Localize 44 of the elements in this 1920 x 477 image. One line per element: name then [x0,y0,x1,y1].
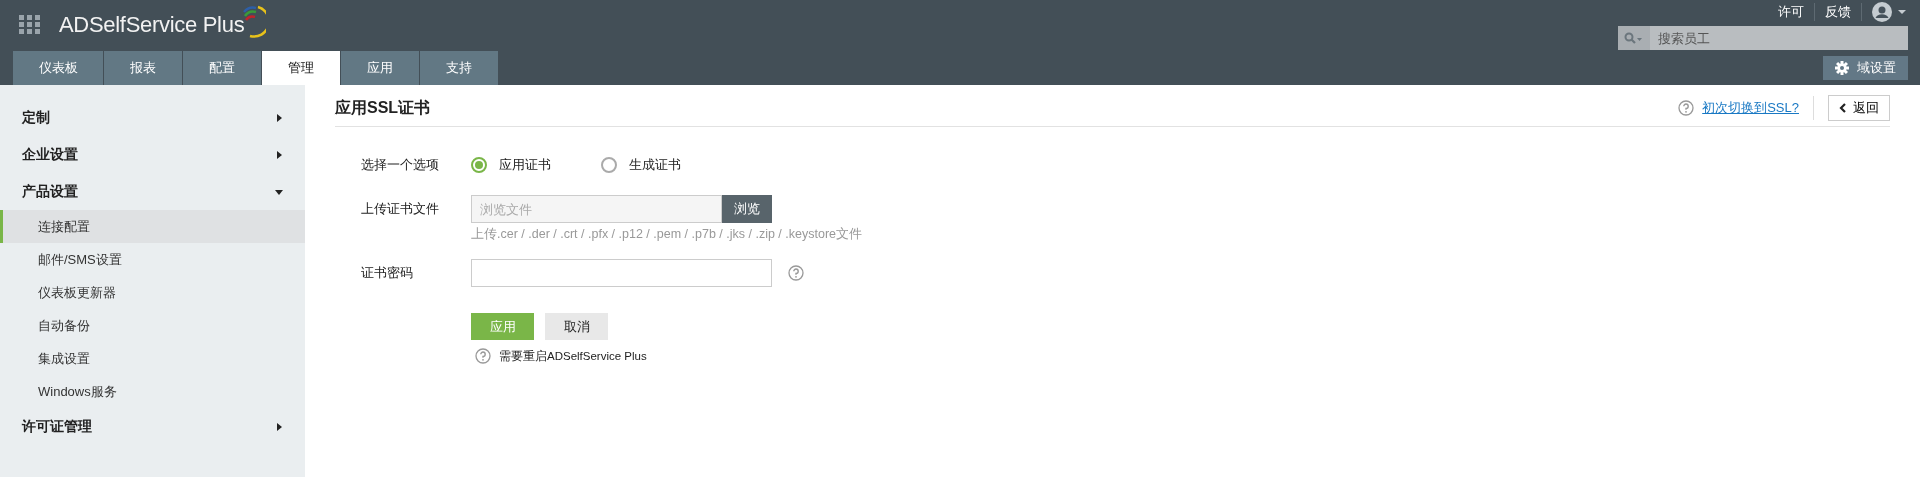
header-link[interactable]: 反馈 [1825,2,1851,21]
restart-note: 需要重启ADSelfService Plus [499,348,647,364]
chevron-left-icon [1839,103,1847,113]
gear-icon [1835,61,1849,75]
field-label: 证书密码 [361,264,414,282]
search-icon[interactable] [1618,26,1650,50]
nav-tab[interactable]: 配置 [183,51,261,85]
nav-tab[interactable]: 应用 [341,51,419,85]
domain-settings-button[interactable]: 域设置 [1823,56,1908,80]
sidebar-group[interactable]: 产品设置 [0,173,305,210]
file-type-hint: 上传.cer / .der / .crt / .pfx / .p12 / .pem / .p7b / .jks / .zip / .keystore文件 [471,226,862,243]
radio-option[interactable]: 应用证书 [471,156,551,174]
field-label: 选择一个选项 [361,156,440,174]
user-avatar-icon[interactable] [1872,1,1908,22]
cancel-button[interactable]: 取消 [545,313,608,340]
sidebar-item[interactable]: Windows服务 [0,375,305,408]
help-link[interactable]: 初次切换到SSL? [1702,99,1799,117]
back-button[interactable]: 返回 [1828,95,1890,121]
help-icon [475,348,491,364]
password-field[interactable] [471,259,772,287]
sidebar-item[interactable]: 集成设置 [0,342,305,375]
logo-arc-icon [242,4,267,38]
search-field[interactable]: 搜索员工 [1650,26,1908,50]
field-label: 上传证书文件 [361,200,440,218]
app-logo-text: ADSelfService Plus [59,12,245,38]
page-title: 应用SSL证书 [335,97,431,118]
header-link[interactable]: 许可 [1778,2,1804,21]
help-icon[interactable] [788,265,804,281]
sidebar-item[interactable]: 连接配置 [0,210,305,243]
nav-tab[interactable]: 报表 [104,51,182,85]
radio-option[interactable]: 生成证书 [601,156,681,174]
sidebar-group[interactable]: 定制 [0,99,305,136]
nav-tab[interactable]: 管理 [262,51,340,85]
browse-button[interactable]: 浏览 [722,195,772,223]
sidebar-item[interactable]: 仪表板更新器 [0,276,305,309]
nav-tab[interactable]: 支持 [420,51,498,85]
sidebar-group[interactable]: 企业设置 [0,136,305,173]
help-icon [1678,100,1695,116]
file-field[interactable]: 浏览文件 [471,195,722,223]
nav-tab[interactable]: 仪表板 [13,51,103,85]
sidebar-group[interactable]: 许可证管理 [0,408,305,445]
sidebar-item[interactable]: 自动备份 [0,309,305,342]
app-grid-icon[interactable] [19,15,41,35]
sidebar-item[interactable]: 邮件/SMS设置 [0,243,305,276]
